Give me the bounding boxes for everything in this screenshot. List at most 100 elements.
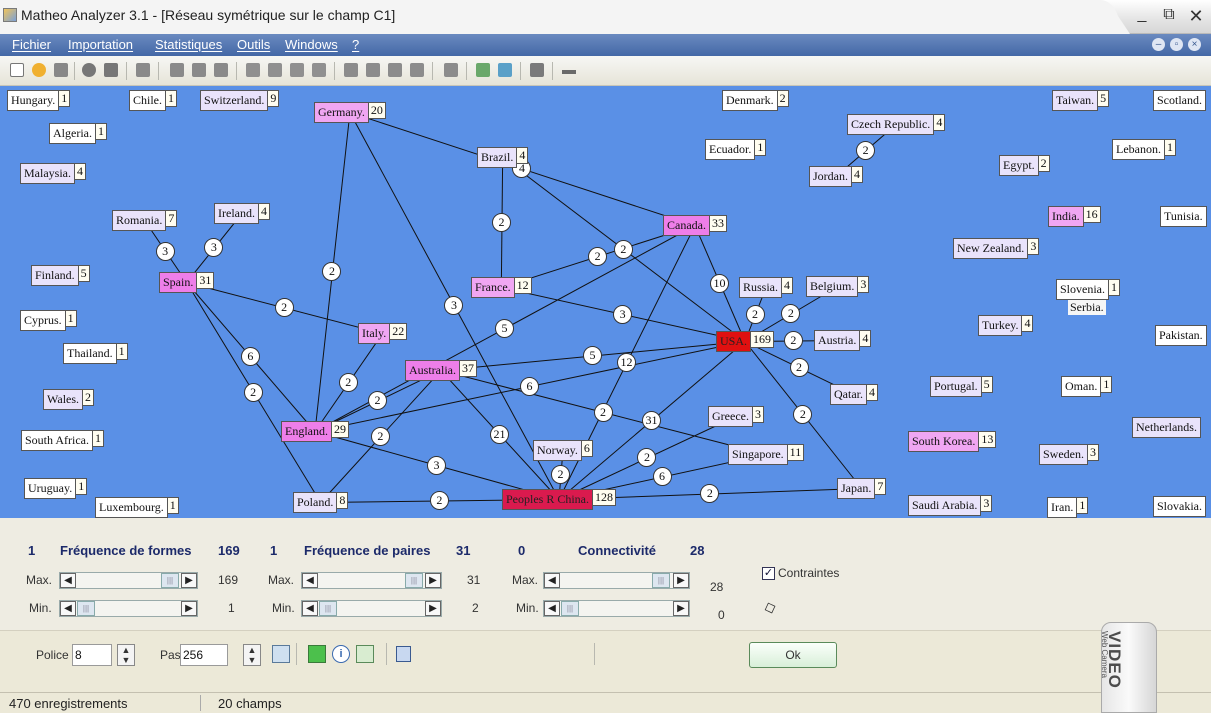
menu-outils[interactable]: Outils: [237, 37, 270, 52]
node-norway[interactable]: Norway. 6: [533, 440, 593, 461]
menu-importation[interactable]: Importation: [68, 37, 133, 52]
connectivity-max-slider[interactable]: ◀ ||| ▶: [543, 572, 690, 589]
pairs-min-slider[interactable]: ◀ ||| ▶: [301, 600, 442, 617]
chart-a-icon[interactable]: [170, 63, 184, 77]
export-icon[interactable]: [356, 645, 374, 663]
node-hungary[interactable]: Hungary. 1: [7, 90, 71, 111]
node-russia[interactable]: Russia. 4: [739, 277, 794, 298]
node-tunisia[interactable]: Tunisia.: [1160, 206, 1207, 227]
node-ecuador[interactable]: Ecuador. 1: [705, 139, 767, 160]
node-southkorea[interactable]: South Korea. 13: [908, 431, 997, 452]
node-switzerland[interactable]: Switzerland. 9: [200, 90, 280, 111]
node-newzealand[interactable]: New Zealand. 3: [953, 238, 1040, 259]
font-size-stepper[interactable]: ▲ ▼: [117, 644, 135, 666]
node-belgium[interactable]: Belgium. 3: [806, 276, 870, 297]
info-icon[interactable]: i: [332, 645, 350, 663]
node-wales[interactable]: Wales. 2: [43, 389, 95, 410]
node-portugal[interactable]: Portugal. 5: [930, 376, 993, 397]
node-lebanon[interactable]: Lebanon. 1: [1112, 139, 1176, 160]
arrow-left-icon[interactable]: ◀: [302, 573, 318, 588]
node-france[interactable]: France. 12: [471, 277, 532, 298]
network-c-icon[interactable]: [290, 63, 304, 77]
node-china[interactable]: Peoples R China. 128: [502, 489, 616, 510]
node-india[interactable]: India. 16: [1048, 206, 1101, 227]
matrix-d-icon[interactable]: [410, 63, 424, 77]
node-ireland[interactable]: Ireland. 4: [214, 203, 270, 224]
ok-button[interactable]: Ok: [749, 642, 837, 668]
arrow-left-icon[interactable]: ◀: [544, 573, 560, 588]
connectivity-min-slider[interactable]: ◀ ||| ▶: [543, 600, 690, 617]
chart-c-icon[interactable]: [214, 63, 228, 77]
matrix-c-icon[interactable]: [388, 63, 402, 77]
export-icon[interactable]: [476, 63, 490, 77]
save-icon[interactable]: [396, 646, 411, 662]
slider-thumb[interactable]: |||: [319, 601, 337, 616]
node-taiwan[interactable]: Taiwan. 5: [1052, 90, 1110, 111]
eraser-icon[interactable]: ◇: [761, 597, 779, 618]
open-icon[interactable]: [32, 63, 46, 77]
matrix-b-icon[interactable]: [366, 63, 380, 77]
arrow-left-icon[interactable]: ◀: [60, 601, 76, 616]
node-luxembourg[interactable]: Luxembourg. 1: [95, 497, 179, 518]
node-turkey[interactable]: Turkey. 4: [978, 315, 1034, 336]
node-sweden[interactable]: Sweden. 3: [1039, 444, 1099, 465]
tree-icon[interactable]: [562, 70, 576, 74]
arrow-right-icon[interactable]: ▶: [425, 573, 441, 588]
node-algeria[interactable]: Algeria. 1: [49, 123, 107, 144]
node-england[interactable]: England. 29: [281, 421, 349, 442]
arrow-right-icon[interactable]: ▶: [425, 601, 441, 616]
node-cyprus[interactable]: Cyprus. 1: [20, 310, 77, 331]
mdi-restore-icon[interactable]: ▫: [1170, 38, 1183, 51]
filter-icon[interactable]: [530, 63, 544, 77]
arrow-right-icon[interactable]: ▶: [181, 573, 197, 588]
chart-b-icon[interactable]: [192, 63, 206, 77]
step-input[interactable]: 256: [180, 644, 228, 666]
apply-icon[interactable]: [272, 645, 290, 663]
slider-thumb[interactable]: |||: [561, 601, 579, 616]
minimize-button[interactable]: _: [1130, 6, 1154, 24]
slider-thumb[interactable]: |||: [77, 601, 95, 616]
arrow-right-icon[interactable]: ▶: [673, 573, 689, 588]
node-spain[interactable]: Spain. 31: [159, 272, 215, 293]
zoom-icon[interactable]: [82, 63, 96, 77]
arrow-right-icon[interactable]: ▶: [673, 601, 689, 616]
node-malaysia[interactable]: Malaysia. 4: [20, 163, 86, 184]
menu-help[interactable]: ?: [352, 37, 359, 52]
play-icon[interactable]: [308, 645, 326, 663]
node-scotland[interactable]: Scotland.: [1153, 90, 1206, 111]
node-denmark[interactable]: Denmark. 2: [722, 90, 789, 111]
node-usa[interactable]: USA. 169: [716, 331, 775, 352]
forms-max-slider[interactable]: ◀ ||| ▶: [59, 572, 198, 589]
node-slovakia[interactable]: Slovakia.: [1153, 496, 1206, 517]
node-australia[interactable]: Australia. 37: [405, 360, 477, 381]
menu-statistiques[interactable]: Statistiques: [155, 37, 222, 52]
forms-min-slider[interactable]: ◀ ||| ▶: [59, 600, 198, 617]
node-egypt[interactable]: Egypt. 2: [999, 155, 1050, 176]
node-austria[interactable]: Austria. 4: [814, 330, 872, 351]
node-canada[interactable]: Canada. 33: [663, 215, 727, 236]
matrix-a-icon[interactable]: [344, 63, 358, 77]
constraints-checkbox[interactable]: ✓: [762, 567, 775, 580]
step-stepper[interactable]: ▲ ▼: [243, 644, 261, 666]
import-icon[interactable]: [498, 63, 512, 77]
node-uruguay[interactable]: Uruguay. 1: [24, 478, 88, 499]
node-slovenia[interactable]: Slovenia. 1: [1056, 279, 1120, 300]
slider-thumb[interactable]: |||: [652, 573, 670, 588]
font-size-input[interactable]: 8: [72, 644, 112, 666]
node-chile[interactable]: Chile. 1: [129, 90, 177, 111]
pairs-max-slider[interactable]: ◀ ||| ▶: [301, 572, 442, 589]
node-romania[interactable]: Romania. 7: [112, 210, 178, 231]
node-thailand[interactable]: Thailand. 1: [63, 343, 128, 364]
node-czech[interactable]: Czech Republic. 4: [847, 114, 946, 135]
close-button[interactable]: ✕: [1184, 6, 1208, 27]
matrix-e-icon[interactable]: [444, 63, 458, 77]
arrow-left-icon[interactable]: ◀: [302, 601, 318, 616]
node-finland[interactable]: Finland. 5: [31, 265, 90, 286]
mdi-minimize-icon[interactable]: –: [1152, 38, 1165, 51]
network-b-icon[interactable]: [268, 63, 282, 77]
node-singapore[interactable]: Singapore. 11: [728, 444, 805, 465]
node-saudi[interactable]: Saudi Arabia. 3: [908, 495, 993, 516]
node-brazil[interactable]: Brazil. 4: [477, 147, 529, 168]
node-qatar[interactable]: Qatar. 4: [830, 384, 878, 405]
mdi-close-icon[interactable]: ×: [1188, 38, 1201, 51]
